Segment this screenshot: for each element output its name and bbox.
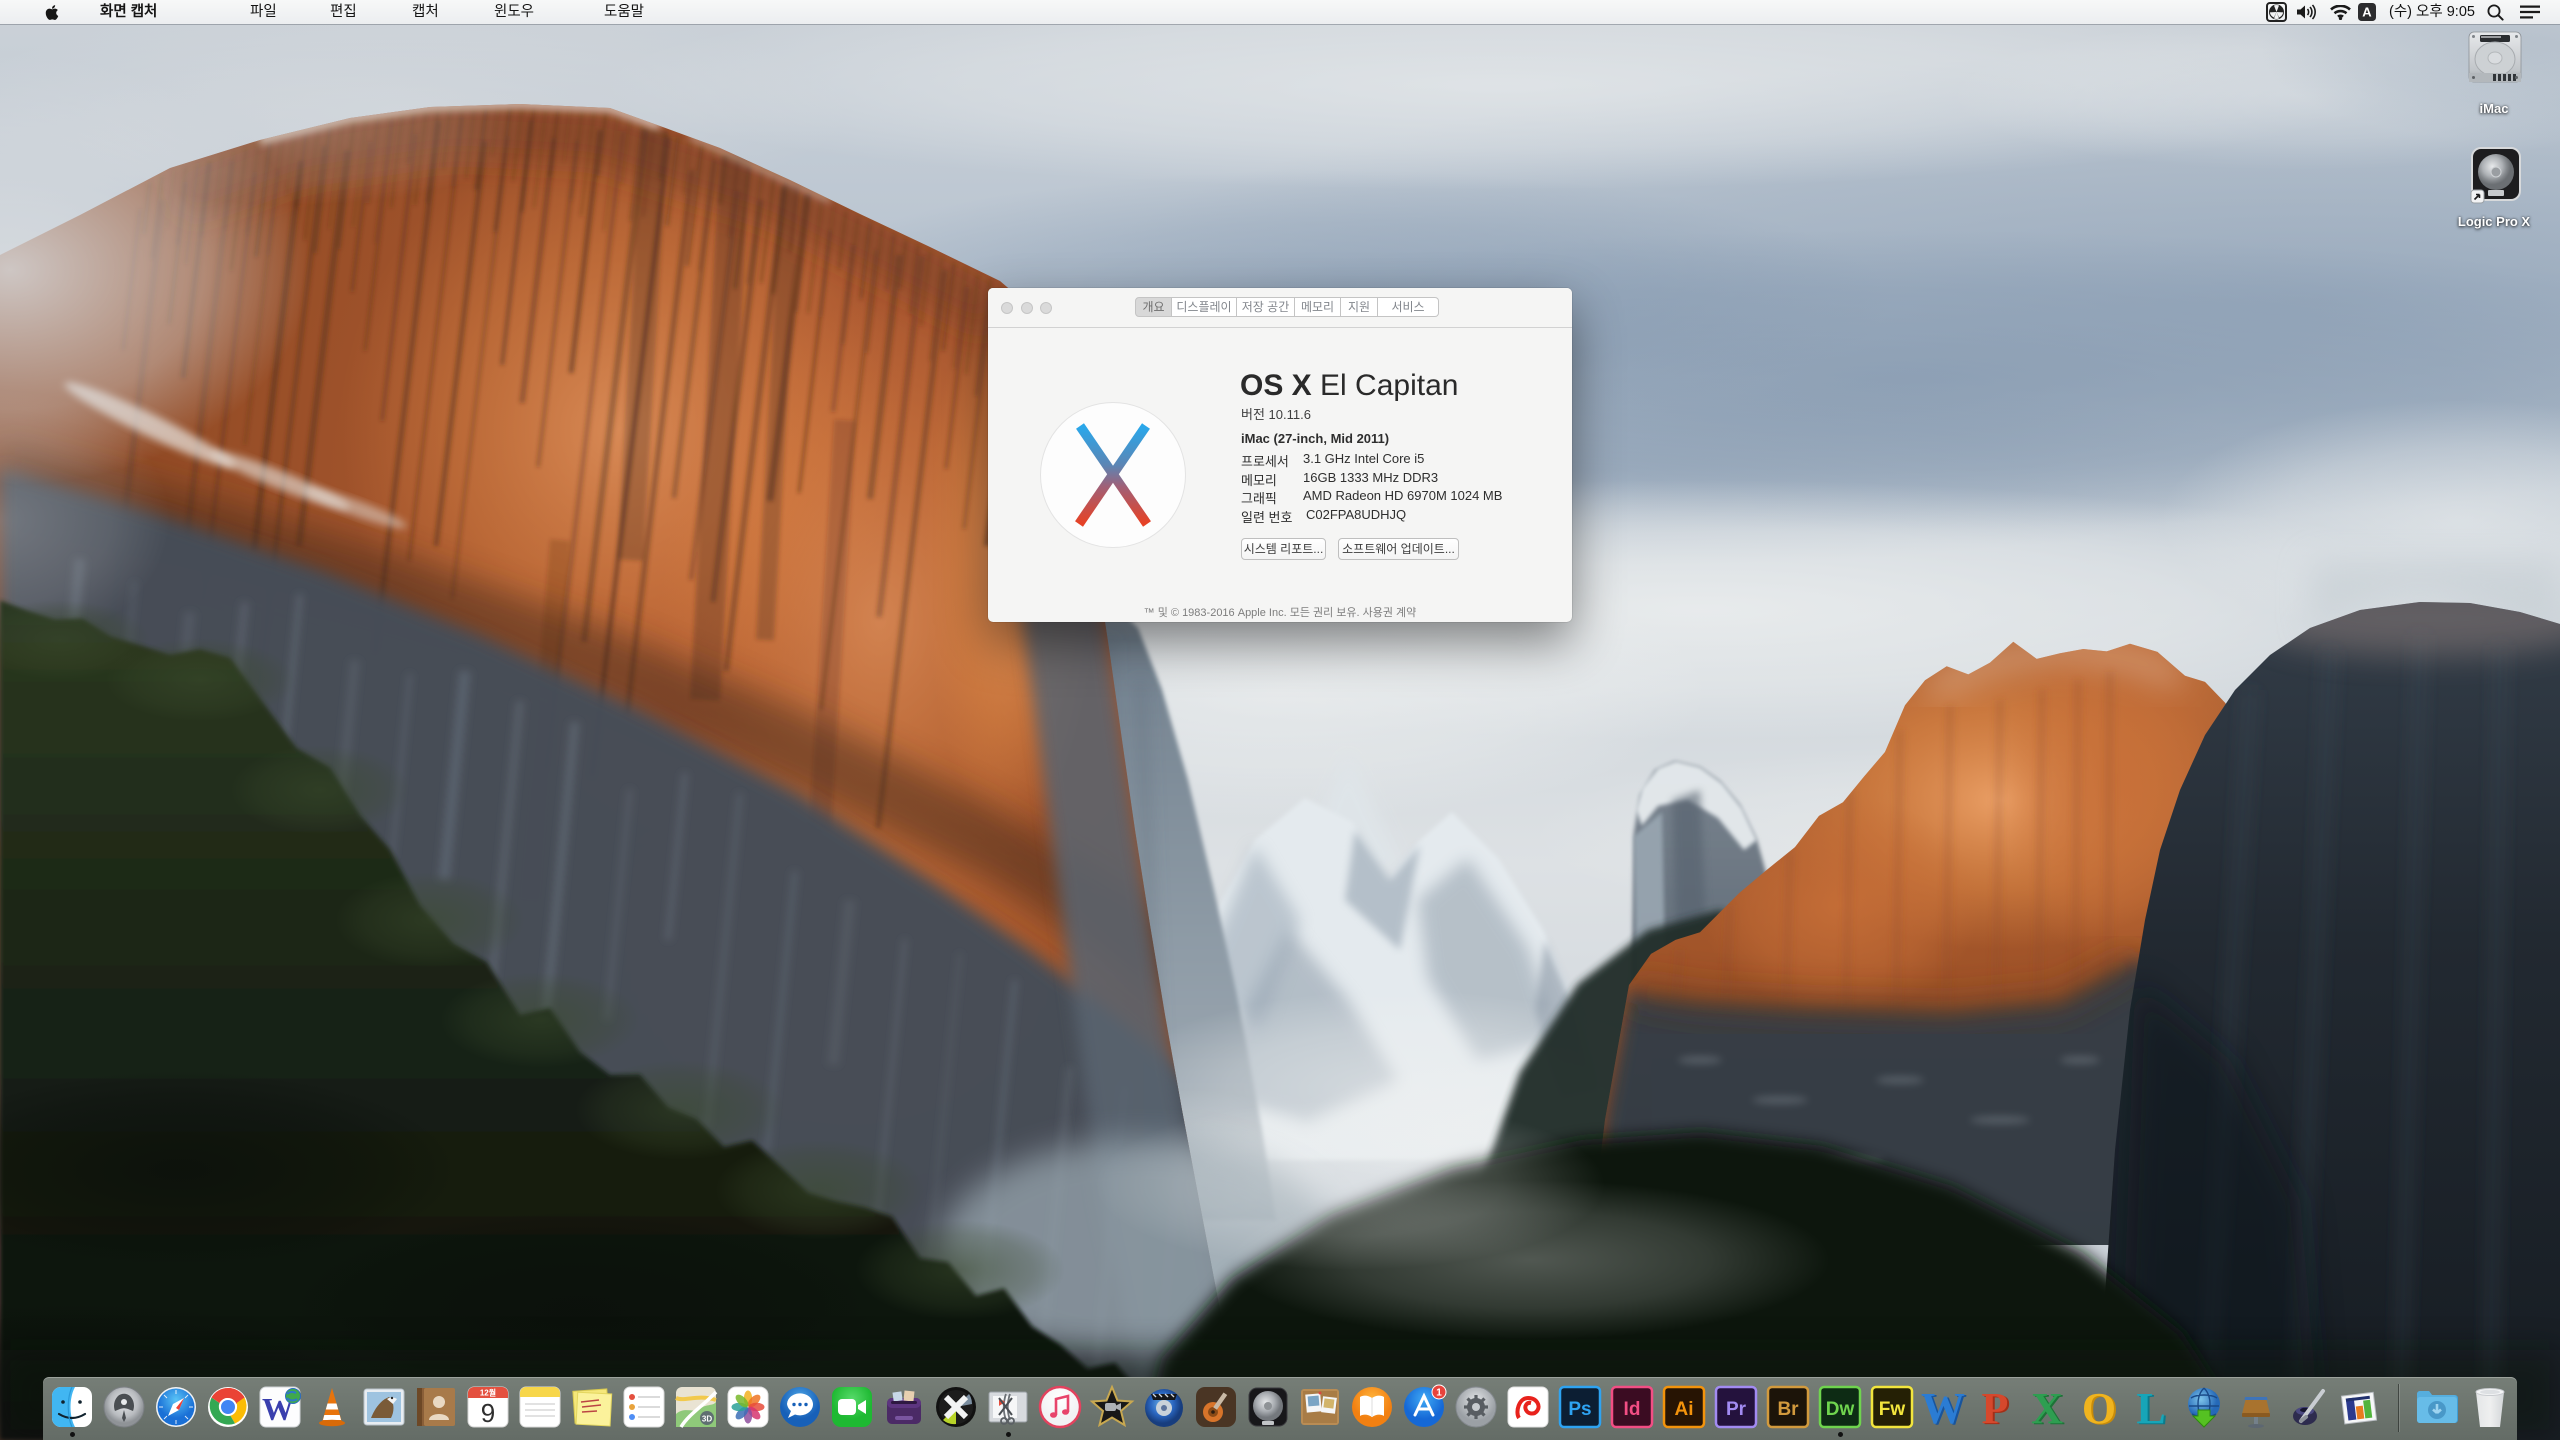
svg-text:Id: Id: [1624, 1399, 1641, 1420]
svg-text:12월: 12월: [480, 1388, 496, 1398]
svg-text:Ai: Ai: [1675, 1399, 1694, 1420]
svg-text:9: 9: [481, 1398, 495, 1428]
svg-text:X: X: [2031, 1384, 2063, 1430]
svg-text:P: P: [1982, 1384, 2009, 1430]
svg-text:Fw: Fw: [1879, 1399, 1906, 1420]
svg-text:A: A: [2362, 5, 2372, 20]
svg-text:Ps: Ps: [1568, 1399, 1591, 1420]
svg-text:3D: 3D: [702, 1415, 712, 1424]
svg-text:W: W: [1921, 1384, 1965, 1430]
svg-text:1: 1: [1436, 1388, 1442, 1399]
svg-text:Dw: Dw: [1826, 1399, 1855, 1420]
svg-text:Br: Br: [1777, 1399, 1799, 1420]
svg-text:O: O: [2082, 1384, 2116, 1430]
svg-text:L: L: [2136, 1384, 2165, 1430]
svg-text:Pr: Pr: [1726, 1399, 1747, 1420]
